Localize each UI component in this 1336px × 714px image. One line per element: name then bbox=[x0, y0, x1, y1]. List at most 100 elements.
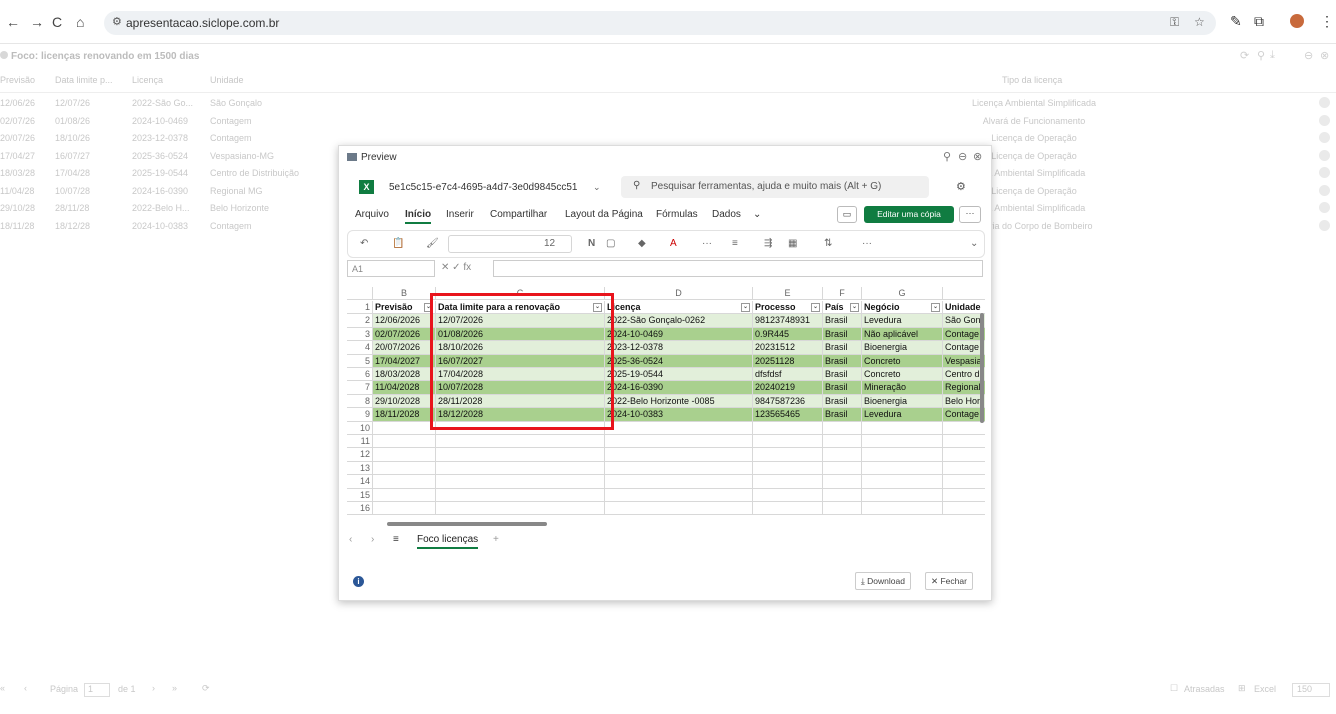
filter-dropdown-icon[interactable]: ⌄ bbox=[811, 303, 820, 312]
password-key-icon[interactable]: ⚿ bbox=[1170, 15, 1179, 30]
comment-button[interactable]: ▭ bbox=[837, 206, 857, 223]
grid-cell[interactable] bbox=[753, 461, 823, 476]
grid-cell[interactable] bbox=[823, 475, 862, 489]
borders-icon[interactable]: ▢ bbox=[606, 238, 615, 249]
col-tipo-licenca[interactable]: Tipo da licença bbox=[1002, 75, 1062, 85]
grid-cell[interactable]: 2025-36-0524 bbox=[605, 354, 753, 368]
number-format-icon[interactable]: ▦ bbox=[788, 238, 797, 249]
row-header[interactable]: 16 bbox=[347, 502, 373, 516]
grid-cell[interactable] bbox=[862, 461, 943, 476]
menu-layout-pagina[interactable]: Layout da Página bbox=[565, 209, 643, 220]
row-action-icon[interactable] bbox=[1319, 202, 1330, 213]
column-header[interactable]: B bbox=[373, 287, 436, 301]
table-row[interactable]: 12/06/26 12/07/26 2022-São Go... São Gonçal… bbox=[0, 94, 1336, 112]
page-size-select[interactable]: 150 bbox=[1292, 683, 1330, 697]
grid-cell[interactable]: 2024-10-0383 bbox=[605, 408, 753, 422]
formula-input[interactable] bbox=[493, 260, 983, 277]
bookmark-star-icon[interactable]: ☆ bbox=[1194, 15, 1205, 29]
grid-cell[interactable]: 20251128 bbox=[753, 354, 823, 368]
grid-cell[interactable] bbox=[862, 448, 943, 462]
gear-icon[interactable]: ⚙ bbox=[956, 180, 966, 193]
first-page-icon[interactable]: « bbox=[0, 683, 5, 693]
grid-cell[interactable]: 02/07/2026 bbox=[373, 327, 436, 342]
chevron-down-icon[interactable]: ⌄ bbox=[593, 182, 601, 193]
reload-icon[interactable]: C bbox=[52, 14, 62, 30]
filter-dropdown-icon[interactable]: ⌄ bbox=[741, 303, 750, 312]
header-cell[interactable]: Processo ⌄ bbox=[753, 301, 823, 315]
row-header[interactable]: 5 bbox=[347, 354, 373, 368]
close-button[interactable]: ✕ Fechar bbox=[925, 572, 973, 590]
grid-cell[interactable]: Não aplicável bbox=[862, 327, 943, 342]
grid-cell[interactable]: 29/10/2028 bbox=[373, 394, 436, 409]
grid-cell[interactable] bbox=[862, 488, 943, 502]
row-header[interactable]: 14 bbox=[347, 475, 373, 489]
extension-pen-icon[interactable]: ✎ bbox=[1230, 13, 1242, 30]
grid-cell[interactable]: Contage bbox=[943, 327, 985, 342]
excel-icon[interactable]: ⊞ bbox=[1238, 683, 1246, 694]
col-unidade[interactable]: Unidade bbox=[210, 75, 244, 85]
grid-cell[interactable] bbox=[605, 502, 753, 516]
column-header[interactable]: G bbox=[862, 287, 943, 301]
grid-cell[interactable]: Belo Hor bbox=[943, 394, 985, 409]
grid-cell[interactable] bbox=[943, 462, 985, 476]
sheet-tab-foco-licencas[interactable]: Foco licenças bbox=[417, 534, 479, 549]
profile-avatar[interactable] bbox=[1290, 14, 1304, 28]
collapse-icon[interactable]: ⊖ bbox=[1304, 49, 1313, 62]
column-header[interactable]: E bbox=[753, 287, 823, 301]
grid-cell[interactable] bbox=[436, 475, 605, 489]
download-icon[interactable]: ⤓ bbox=[1270, 49, 1275, 62]
wrap-icon[interactable]: ⇶ bbox=[764, 238, 772, 249]
grid-cell[interactable]: 11/04/2028 bbox=[373, 381, 436, 395]
grid-cell[interactable] bbox=[823, 461, 862, 476]
menu-inserir[interactable]: Inserir bbox=[446, 209, 474, 220]
row-header[interactable]: 8 bbox=[347, 394, 373, 409]
excel-label[interactable]: Excel bbox=[1254, 684, 1276, 694]
row-action-icon[interactable] bbox=[1319, 149, 1330, 161]
grid-cell[interactable] bbox=[753, 475, 823, 489]
toolbar-more-icon[interactable]: ··· bbox=[862, 238, 872, 249]
close-dialog-icon[interactable]: ⊗ bbox=[973, 150, 982, 163]
col-previsao[interactable]: Previsão bbox=[0, 75, 35, 85]
site-info-icon[interactable]: ⚙ bbox=[112, 15, 122, 28]
grid-cell[interactable]: Concreto bbox=[862, 368, 943, 382]
grid-cell[interactable]: Brasil bbox=[823, 381, 862, 395]
grid-cell[interactable] bbox=[862, 435, 943, 449]
grid-cell[interactable]: Brasil bbox=[823, 341, 862, 355]
last-page-icon[interactable]: » bbox=[172, 683, 177, 693]
next-sheet-icon[interactable]: › bbox=[371, 534, 374, 545]
horizontal-scrollbar[interactable] bbox=[387, 522, 547, 526]
refresh-list-icon[interactable]: ⟳ bbox=[202, 683, 210, 694]
grid-cell[interactable]: 2022-Belo Horizonte -0085 bbox=[605, 394, 753, 409]
grid-cell[interactable]: 2023-12-0378 bbox=[605, 341, 753, 355]
name-box[interactable]: A1 bbox=[347, 260, 435, 277]
grid-cell[interactable] bbox=[436, 448, 605, 462]
back-icon[interactable]: ← bbox=[6, 14, 20, 30]
row-header[interactable]: 6 bbox=[347, 368, 373, 382]
row-header[interactable]: 3 bbox=[347, 327, 373, 342]
grid-cell[interactable]: 98123748931 bbox=[753, 314, 823, 328]
grid-cell[interactable] bbox=[373, 448, 436, 462]
grid-cell[interactable]: São Gon bbox=[943, 314, 985, 328]
grid-cell[interactable]: Brasil bbox=[823, 314, 862, 328]
grid-cell[interactable]: 18/11/2028 bbox=[373, 408, 436, 422]
grid-cell[interactable]: 20231512 bbox=[753, 341, 823, 355]
grid-cell[interactable]: Centro d bbox=[943, 368, 985, 382]
grid-cell[interactable] bbox=[436, 435, 605, 449]
format-painter-icon[interactable]: 🖌 bbox=[426, 238, 439, 249]
sheet-list-icon[interactable]: ≡ bbox=[393, 534, 399, 545]
next-page-icon[interactable]: › bbox=[152, 683, 155, 693]
select-all-corner[interactable] bbox=[347, 287, 373, 301]
grid-cell[interactable] bbox=[605, 475, 753, 489]
grid-cell[interactable]: Brasil bbox=[823, 354, 862, 368]
bold-icon[interactable]: N bbox=[588, 238, 595, 249]
home-icon[interactable]: ⌂ bbox=[76, 14, 84, 30]
header-cell[interactable]: Previsão ⌄ bbox=[373, 301, 436, 315]
header-cell[interactable]: Licença ⌄ bbox=[605, 301, 753, 315]
grid-cell[interactable] bbox=[753, 435, 823, 449]
grid-cell[interactable]: Contage bbox=[943, 408, 985, 422]
grid-cell[interactable]: 20/07/2026 bbox=[373, 341, 436, 355]
page-input[interactable]: 1 bbox=[84, 683, 110, 697]
header-cell[interactable]: Unidade bbox=[943, 301, 985, 315]
grid-cell[interactable] bbox=[605, 488, 753, 502]
grid-cell[interactable] bbox=[943, 475, 985, 489]
